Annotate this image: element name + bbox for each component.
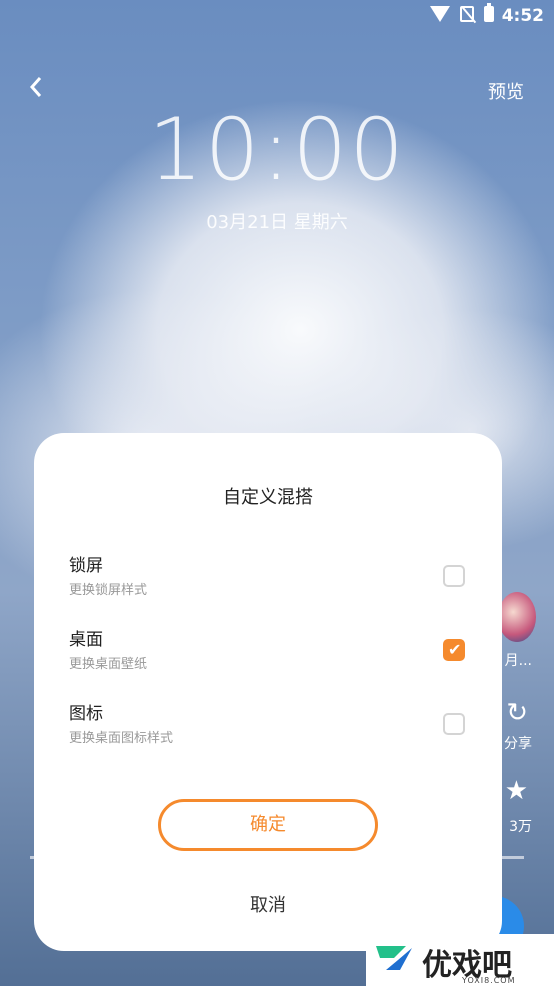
no-sim-icon [460,6,474,22]
watermark-logo: 优戏吧 YOXI8.COM [366,934,554,986]
dialog-title: 自定义混搭 [223,487,313,508]
lockscreen-date: 03月21日 星期六 [206,212,348,233]
share-icon[interactable]: ↻ [506,698,528,728]
option-lockscreen[interactable]: 锁屏 更换锁屏样式 [69,551,467,601]
status-time: 4:52 [501,6,544,26]
option-desc: 更换桌面图标样式 [69,731,174,746]
star-count: 3万 [509,819,532,835]
option-desc: 更换桌面壁纸 [69,657,148,672]
star-icon[interactable]: ★ [505,776,528,806]
chevron-left-icon [29,77,42,97]
option-desktop[interactable]: 桌面 更换桌面壁纸 ✔ [69,625,467,675]
author-label: 月... [504,653,532,669]
desktop-checkbox[interactable]: ✔ [443,639,465,661]
battery-icon [484,3,494,22]
brand-logo-icon [376,946,412,970]
cancel-button[interactable]: 取消 [34,891,502,917]
watermark-site: YOXI8.COM [462,976,516,985]
option-icons[interactable]: 图标 更换桌面图标样式 [69,699,467,749]
option-name: 锁屏 [69,556,103,576]
back-button[interactable] [26,72,46,102]
share-label: 分享 [504,736,532,752]
checkmark-icon: ✔ [448,640,462,659]
lockscreen-checkbox[interactable] [443,565,465,587]
author-avatar[interactable] [498,592,536,642]
option-desc: 更换锁屏样式 [69,583,148,598]
option-name: 桌面 [69,630,103,650]
icons-checkbox[interactable] [443,713,465,735]
wifi-icon [430,6,450,22]
status-bar: 4:52 [0,0,554,34]
custom-mix-dialog: 自定义混搭 锁屏 更换锁屏样式 桌面 更换桌面壁纸 ✔ 图标 更换桌面图标样式 … [34,433,502,951]
lockscreen-clock: 10:00 [148,100,406,200]
option-name: 图标 [69,704,103,724]
confirm-button[interactable]: 确定 [158,799,378,851]
